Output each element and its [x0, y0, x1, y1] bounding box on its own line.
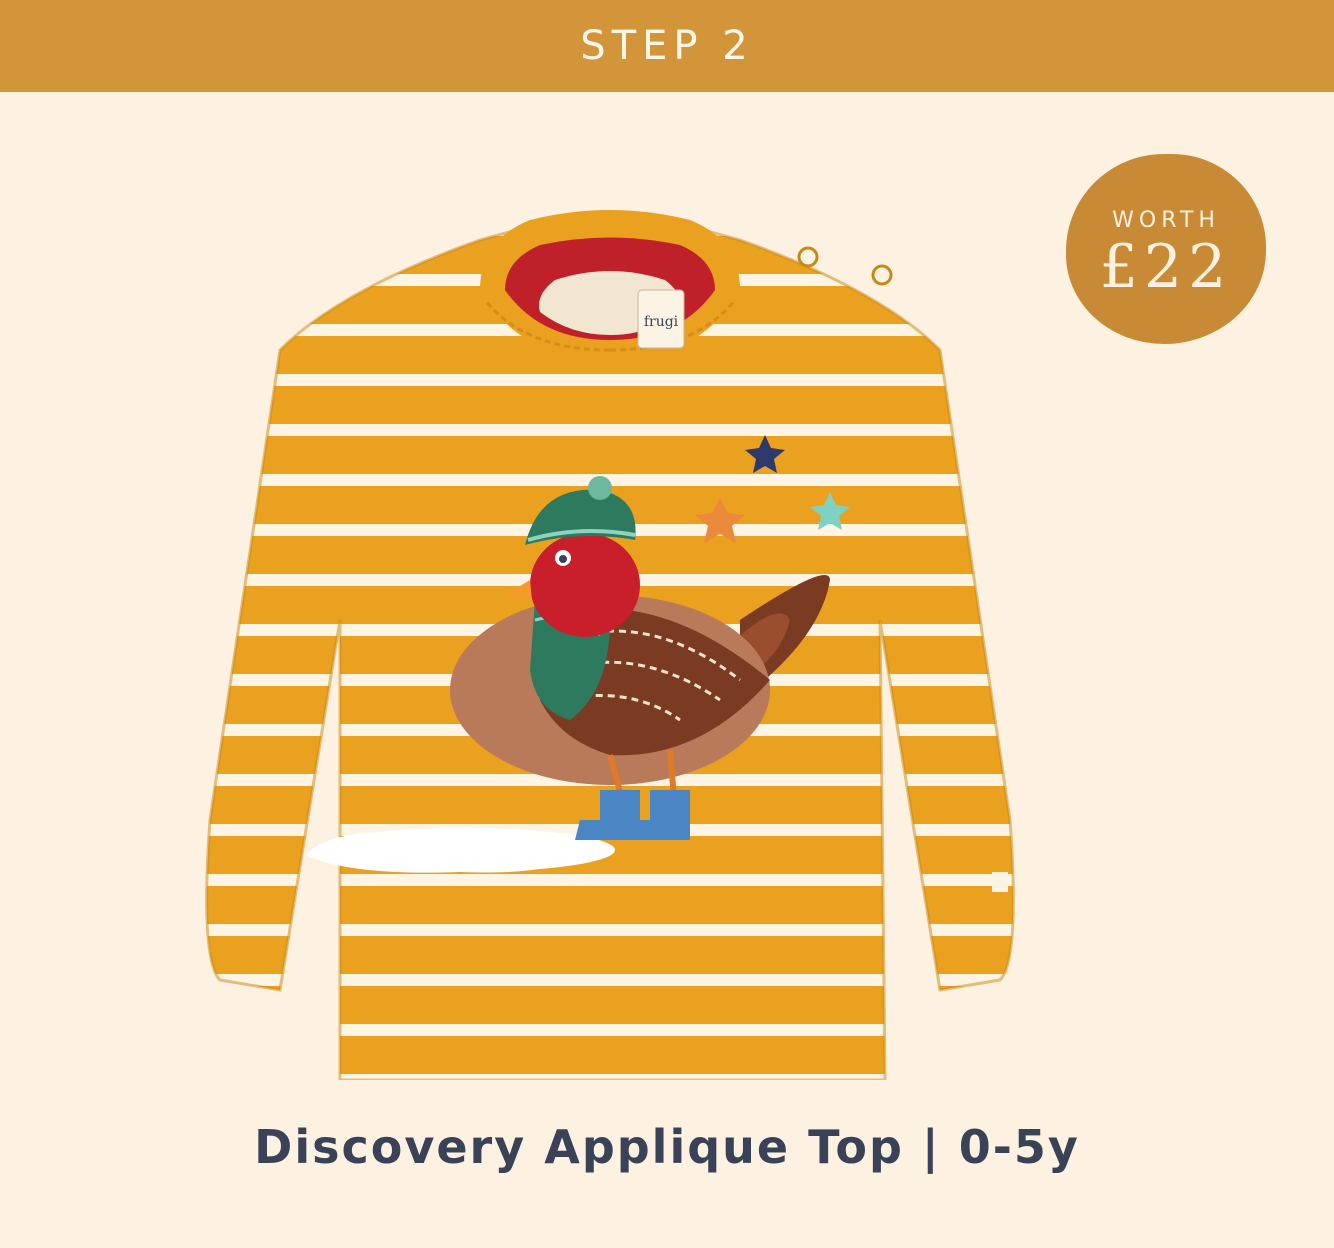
worth-price: £22	[1099, 231, 1233, 302]
product-title[interactable]: Discovery Applique Top | 0-5y	[0, 1120, 1334, 1174]
step-label: STEP 2	[580, 23, 754, 69]
brand-tag-text: frugi	[644, 314, 679, 330]
step-banner: STEP 2	[0, 0, 1334, 92]
side-logo-tag	[992, 872, 1008, 892]
worth-badge: WORTH £22	[1066, 154, 1266, 344]
worth-label: WORTH	[1112, 207, 1220, 233]
product-image[interactable]: frugi	[180, 200, 1040, 1080]
